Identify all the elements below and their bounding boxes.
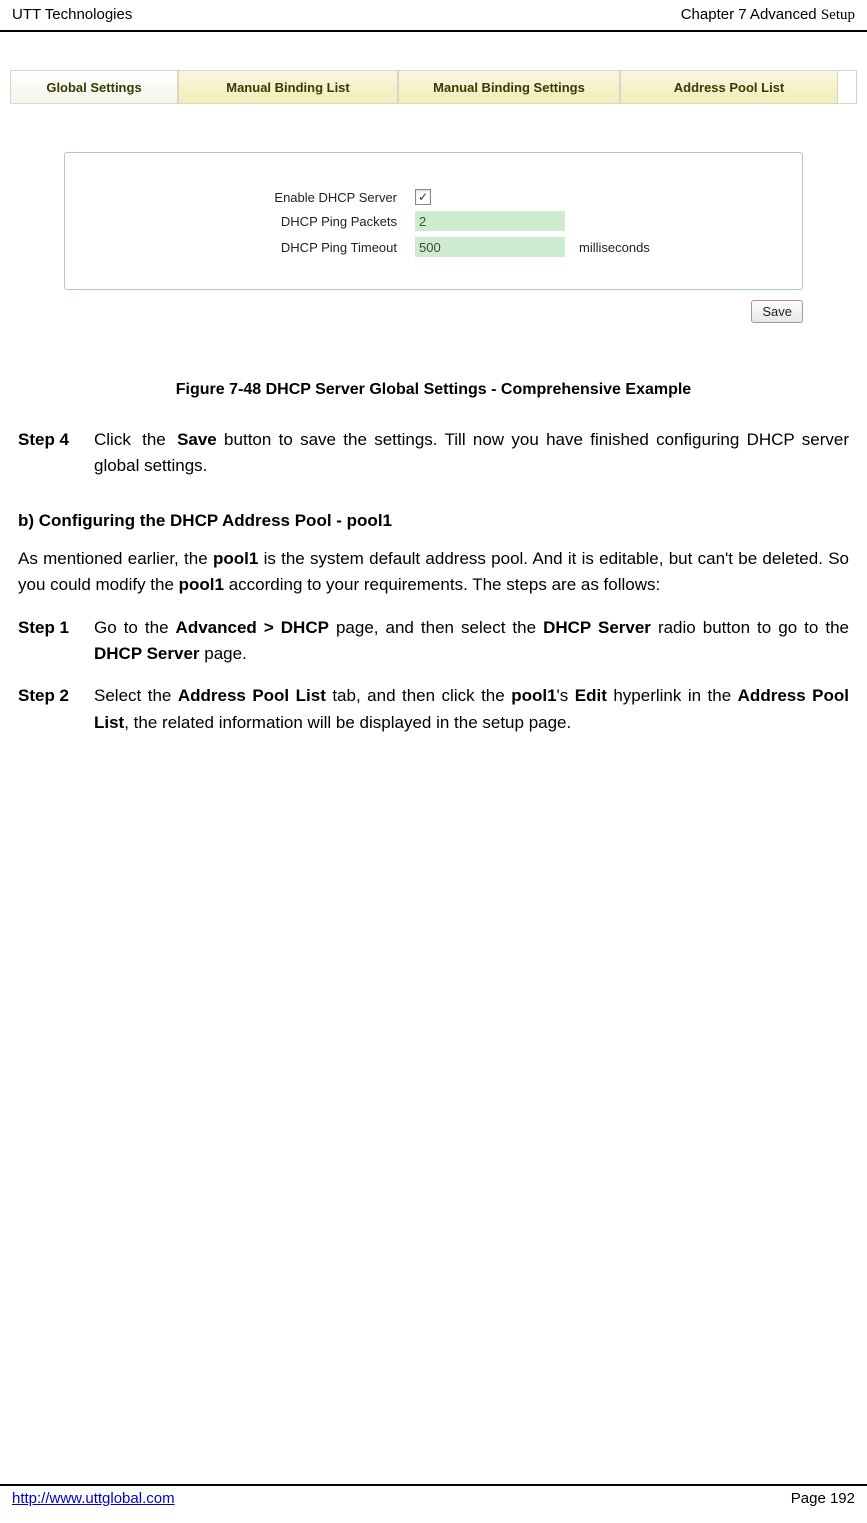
header-chapter: Chapter 7 Advanced Setup <box>681 6 855 24</box>
footer-page-number: Page 192 <box>791 1490 855 1507</box>
header-chapter-suffix: Setup <box>821 7 855 23</box>
s1-b2: DHCP Server <box>543 618 651 637</box>
step-4-label: Step 4 <box>18 427 94 480</box>
input-ping-packets[interactable] <box>415 211 565 231</box>
s2-t3: 's <box>557 686 575 705</box>
tab-manual-binding-list[interactable]: Manual Binding List <box>178 70 398 104</box>
footer-url[interactable]: http://www.uttglobal.com <box>12 1490 175 1507</box>
header-company: UTT Technologies <box>12 6 132 24</box>
s1-t1: Go to the <box>94 618 176 637</box>
row-ping-timeout: DHCP Ping Timeout milliseconds <box>75 237 792 257</box>
input-ping-timeout[interactable] <box>415 237 565 257</box>
label-enable-dhcp: Enable DHCP Server <box>75 190 415 205</box>
s1-b1: Advanced > DHCP <box>176 618 329 637</box>
s2-t1: Select the <box>94 686 178 705</box>
s2-t5: , the related information will be displa… <box>124 713 571 732</box>
s2-t2: tab, and then click the <box>326 686 511 705</box>
tabs-row: Global Settings Manual Binding List Manu… <box>10 70 857 104</box>
s2-b2: pool1 <box>511 686 556 705</box>
s1-t2: page, and then select the <box>329 618 543 637</box>
step-4: Step 4 Click the Save button to save the… <box>18 427 849 480</box>
tab-address-pool-list[interactable]: Address Pool List <box>620 70 838 104</box>
s1-t3: radio button to go to the <box>651 618 849 637</box>
settings-panel: Enable DHCP Server ✓ DHCP Ping Packets D… <box>64 152 803 290</box>
save-row: Save <box>10 300 803 323</box>
unit-milliseconds: milliseconds <box>579 240 650 255</box>
sb-p1d: pool1 <box>179 575 224 594</box>
sb-p1b: pool1 <box>213 549 258 568</box>
page-header: UTT Technologies Chapter 7 Advanced Setu… <box>0 0 867 32</box>
tab-spacer <box>838 70 857 104</box>
step-2-content: Select the Address Pool List tab, and th… <box>94 683 849 736</box>
step-1-label: Step 1 <box>18 615 94 668</box>
tab-manual-binding-settings[interactable]: Manual Binding Settings <box>398 70 620 104</box>
header-chapter-prefix: Chapter 7 Advanced <box>681 6 821 23</box>
tab-global-settings[interactable]: Global Settings <box>10 70 178 104</box>
s2-b1: Address Pool List <box>178 686 326 705</box>
checkbox-enable-dhcp[interactable]: ✓ <box>415 189 431 205</box>
step-2-label: Step 2 <box>18 683 94 736</box>
s1-b3: DHCP Server <box>94 644 200 663</box>
s1-t4: page. <box>200 644 247 663</box>
s2-b3: Edit <box>575 686 607 705</box>
row-enable-dhcp: Enable DHCP Server ✓ <box>75 189 792 205</box>
label-ping-packets: DHCP Ping Packets <box>75 214 415 229</box>
row-ping-packets: DHCP Ping Packets <box>75 211 792 231</box>
section-b-para: As mentioned earlier, the pool1 is the s… <box>18 546 849 599</box>
step-2: Step 2 Select the Address Pool List tab,… <box>18 683 849 736</box>
sb-p1a: As mentioned earlier, the <box>18 549 213 568</box>
label-ping-timeout: DHCP Ping Timeout <box>75 240 415 255</box>
step-1: Step 1 Go to the Advanced > DHCP page, a… <box>18 615 849 668</box>
page-content: Global Settings Manual Binding List Manu… <box>0 32 867 736</box>
sb-p1e: according to your requirements. The step… <box>224 575 660 594</box>
s2-t4: hyperlink in the <box>607 686 738 705</box>
figure-caption: Figure 7-48 DHCP Server Global Settings … <box>10 381 857 399</box>
page-footer: http://www.uttglobal.com Page 192 <box>0 1484 867 1507</box>
step4-b1: Save <box>177 430 217 449</box>
save-button[interactable]: Save <box>751 300 803 323</box>
step4-t1: Click the <box>94 430 177 449</box>
section-b-heading: b) Configuring the DHCP Address Pool - p… <box>18 508 849 534</box>
step-4-content: Click the Save button to save the settin… <box>94 427 849 480</box>
body-text: Step 4 Click the Save button to save the… <box>10 427 857 736</box>
step-1-content: Go to the Advanced > DHCP page, and then… <box>94 615 849 668</box>
